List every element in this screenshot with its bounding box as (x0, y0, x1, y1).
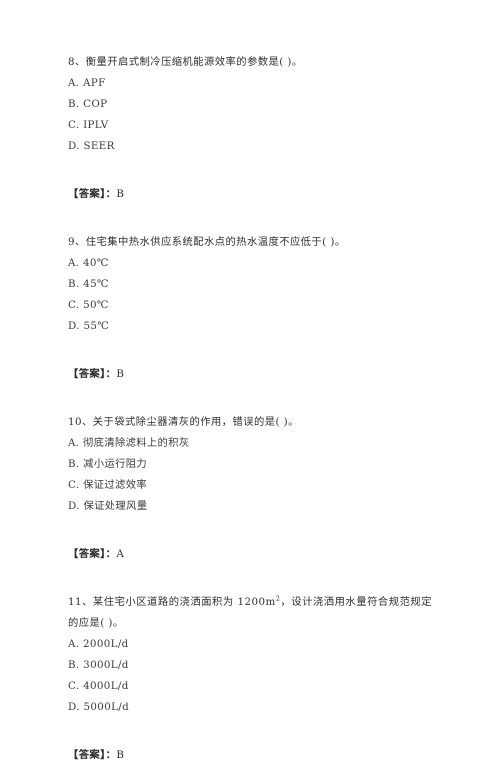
answer-line-8: 【答案】：B (68, 184, 432, 205)
question-9-option-d[interactable]: D. 55℃ (68, 316, 432, 337)
answer-line-11: 【答案】：B (68, 745, 432, 766)
answer-value-9: B (116, 368, 125, 380)
answer-value-11: B (116, 749, 125, 761)
question-10-option-a[interactable]: A. 彻底清除滤料上的积灰 (68, 433, 432, 454)
question-stem-11-part1: 11、某住宅小区道路的浇洒面积为 1200m (68, 596, 276, 608)
answer-label-8: 【答案】： (68, 188, 117, 200)
question-block-11: 11、某住宅小区道路的浇洒面积为 1200m2，设计浇洒用水量符合规范规定的应是… (68, 592, 432, 766)
question-11-option-a[interactable]: A. 2000L/d (68, 634, 432, 655)
question-8-option-a[interactable]: A. APF (68, 73, 432, 94)
question-10-option-b[interactable]: B. 减小运行阻力 (68, 454, 432, 475)
question-stem-9: 9、住宅集中热水供应系统配水点的热水温度不应低于( )。 (68, 236, 346, 248)
document-body: 8、衡量开启式制冷压缩机能源效率的参数是( )。 A. APF B. COP C… (68, 52, 432, 766)
question-9-option-c[interactable]: C. 50℃ (68, 295, 432, 316)
answer-line-10: 【答案】：A (68, 544, 432, 565)
question-10-option-c[interactable]: C. 保证过滤效率 (68, 475, 432, 496)
question-stem-10: 10、关于袋式除尘器清灰的作用，错误的是( )。 (68, 416, 299, 428)
answer-value-10: A (116, 548, 125, 560)
question-8-option-c[interactable]: C. IPLV (68, 115, 432, 136)
answer-line-9: 【答案】：B (68, 364, 432, 385)
question-10-option-d[interactable]: D. 保证处理风量 (68, 496, 432, 517)
question-block-8: 8、衡量开启式制冷压缩机能源效率的参数是( )。 A. APF B. COP C… (68, 52, 432, 232)
answer-label-10: 【答案】： (68, 548, 117, 560)
answer-label-11: 【答案】： (68, 749, 117, 761)
answer-label-9: 【答案】： (68, 368, 117, 380)
answer-value-8: B (116, 188, 125, 200)
question-8-option-d[interactable]: D. SEER (68, 136, 432, 157)
question-9-option-b[interactable]: B. 45℃ (68, 274, 432, 295)
question-11-option-c[interactable]: C. 4000L/d (68, 676, 432, 697)
question-8-option-b[interactable]: B. COP (68, 94, 432, 115)
question-stem-11: 11、某住宅小区道路的浇洒面积为 1200m2，设计浇洒用水量符合规范规定的应是… (68, 592, 432, 634)
document-page: 8、衡量开启式制冷压缩机能源效率的参数是( )。 A. APF B. COP C… (0, 0, 500, 761)
question-block-10: 10、关于袋式除尘器清灰的作用，错误的是( )。 A. 彻底清除滤料上的积灰 B… (68, 412, 432, 592)
question-9-option-a[interactable]: A. 40℃ (68, 253, 432, 274)
question-stem-8: 8、衡量开启式制冷压缩机能源效率的参数是( )。 (68, 56, 303, 68)
question-block-9: 9、住宅集中热水供应系统配水点的热水温度不应低于( )。 A. 40℃ B. 4… (68, 232, 432, 412)
question-11-option-b[interactable]: B. 3000L/d (68, 655, 432, 676)
question-11-option-d[interactable]: D. 5000L/d (68, 697, 432, 718)
